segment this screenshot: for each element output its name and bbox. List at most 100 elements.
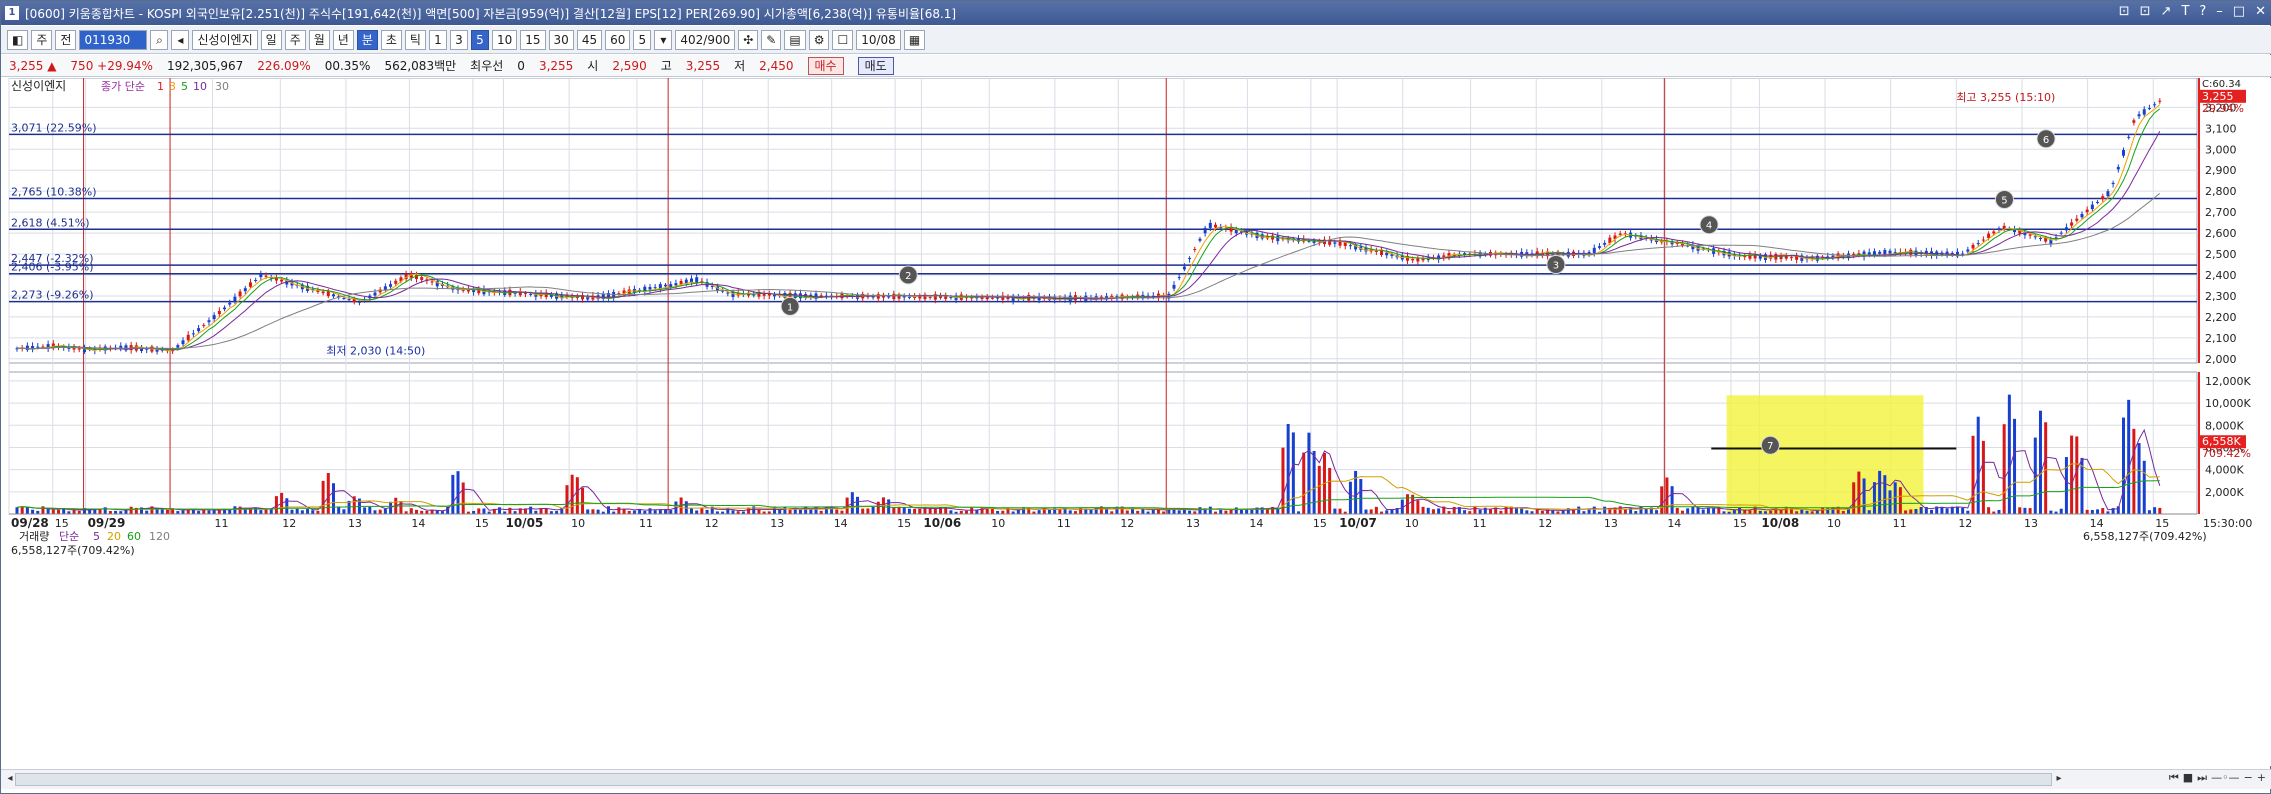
interval-60[interactable]: 60 (605, 29, 631, 50)
interval-1[interactable]: 1 (428, 29, 447, 50)
price-pane-title[interactable]: 신성이엔지 (11, 79, 66, 93)
chart-scrollbar[interactable]: ◂ ▸ ⏮ ■ ⏭ —◦— − + (1, 769, 2271, 789)
stop-icon[interactable]: ■ (2183, 771, 2193, 785)
volume-ma-legend-type[interactable]: 단순 (59, 530, 79, 543)
maximize-button[interactable]: □ (2233, 4, 2245, 19)
volume-bar (1893, 482, 1897, 514)
x-tick-label: 10 (1827, 517, 1841, 530)
minimize-button[interactable]: – (2216, 4, 2223, 19)
candle-body (181, 340, 185, 345)
period-second[interactable]: 초 (380, 29, 402, 50)
low-annotation: 최저 2,030 (14:50) (326, 345, 425, 358)
price-ma-legend-5[interactable]: 5 (181, 80, 188, 93)
crosshair-icon[interactable]: ✣ (738, 29, 759, 50)
candle-body (1971, 244, 1975, 249)
period-tick[interactable]: 틱 (404, 29, 426, 50)
price-ma-legend-30[interactable]: 30 (215, 80, 229, 93)
close-button[interactable]: ✕ (2255, 4, 2266, 19)
volume-bar (409, 508, 413, 514)
period-day[interactable]: 일 (260, 29, 282, 50)
volume-bar (1732, 510, 1736, 514)
scroll-thumb[interactable] (15, 773, 2052, 786)
volume-bar (804, 506, 808, 514)
volume-ma-legend-5[interactable]: 5 (93, 530, 100, 543)
interval-select[interactable]: 5 (633, 29, 652, 50)
interval-30[interactable]: 30 (548, 29, 574, 50)
stock-name-field[interactable]: 신성이엔지 (192, 29, 258, 50)
zoom-out-icon[interactable]: − (2244, 771, 2253, 785)
volume-bar (2059, 508, 2063, 514)
price-ma-legend-3[interactable]: 3 (169, 80, 176, 93)
x-tick-label: 15 (1733, 517, 1747, 530)
period-minute[interactable]: 분 (356, 29, 378, 50)
price-ma-legend-type[interactable]: 종가 단순 (101, 80, 145, 93)
volume-bar (586, 509, 590, 514)
date-field[interactable]: 10/08 (856, 29, 901, 50)
draw-tool-icon[interactable]: ✎ (761, 29, 782, 50)
sell-button[interactable]: 매도 (857, 56, 894, 75)
interval-15[interactable]: 15 (520, 29, 546, 50)
prev-stock-icon[interactable]: ◂ (171, 29, 190, 50)
price-ma-legend-10[interactable]: 10 (193, 80, 207, 93)
price-ma-legend-1[interactable]: 1 (157, 80, 164, 93)
interval-5[interactable]: 5 (470, 29, 489, 50)
scope-select[interactable]: 전 (55, 29, 77, 50)
volume-bar (243, 508, 247, 514)
interval-10[interactable]: 10 (491, 29, 518, 50)
interval-3[interactable]: 3 (449, 29, 468, 50)
calendar-icon[interactable]: ▦ (903, 29, 926, 50)
volume-bar (2137, 443, 2141, 514)
zoom-slider[interactable]: —◦— (2211, 771, 2240, 785)
zoom-in-icon[interactable]: + (2257, 771, 2266, 785)
link-icon[interactable]: ⊡ (2140, 4, 2151, 19)
volume-bar (435, 510, 439, 514)
period-month[interactable]: 월 (308, 29, 330, 50)
help-icon[interactable]: ? (2199, 4, 2206, 19)
save-icon[interactable]: ▤ (784, 29, 806, 50)
gear-icon[interactable]: ⚙ (808, 29, 830, 50)
market-select[interactable]: 주 (31, 29, 53, 50)
volume-bar (1883, 475, 1887, 514)
scroll-right-icon[interactable]: ▸ (2052, 772, 2066, 786)
candle-body (1961, 253, 1965, 255)
volume-bar (1997, 509, 2001, 514)
volume-ma-legend-120[interactable]: 120 (149, 530, 170, 543)
candle-body (695, 277, 699, 283)
chevron-down-icon[interactable]: ▾ (654, 29, 673, 50)
stock-code-input[interactable]: 011930 (79, 29, 148, 50)
volume-bar (1276, 509, 1280, 514)
volume-y-tick: 2,000K (2205, 486, 2244, 499)
interval-45[interactable]: 45 (576, 29, 603, 50)
price-change: 750 +29.94% (70, 58, 153, 73)
volume-bar (1431, 509, 1435, 514)
volume-ma-legend-60[interactable]: 60 (127, 530, 141, 543)
volume-bar (933, 508, 937, 514)
chart-canvas[interactable]: 09/28 15 09/29 11 12 13 14 15 10/05 10 11 12 13 14 15 1… (1, 77, 2271, 766)
volume-bar (1847, 509, 1851, 514)
volume-bar (1437, 508, 1441, 514)
volume-bar (1489, 509, 1493, 514)
x-tick-label: 10 (991, 517, 1005, 530)
volume-bar (876, 501, 880, 514)
candle-body (1592, 247, 1596, 253)
search-icon[interactable]: ⌕ (150, 29, 169, 50)
x-tick-label: 14 (834, 517, 848, 530)
restore-layout-icon[interactable]: ⊡ (2119, 4, 2130, 19)
volume-bar (1281, 447, 1285, 514)
pin-icon[interactable]: ↗ (2161, 4, 2172, 19)
volume-ma-legend-20[interactable]: 20 (107, 530, 121, 543)
layout-icon[interactable]: ◧ (7, 29, 29, 50)
chart-area[interactable]: 09/28 15 09/29 11 12 13 14 15 10/05 10 11 12 13 14 15 1… (1, 77, 2271, 766)
volume-bar (1623, 508, 1627, 514)
period-year[interactable]: 년 (332, 29, 354, 50)
bar-count-field[interactable]: 402/900 (675, 29, 736, 50)
text-size-icon[interactable]: T (2181, 4, 2189, 19)
volume-pane-title[interactable]: 거래량 (19, 530, 49, 543)
rewind-icon[interactable]: ⏮ (2169, 771, 2179, 785)
date-checkbox[interactable]: ☐ (832, 29, 854, 50)
buy-button[interactable]: 매수 (807, 56, 844, 75)
volume-bar (1857, 471, 1861, 514)
period-week[interactable]: 주 (284, 29, 306, 50)
forward-icon[interactable]: ⏭ (2197, 771, 2207, 785)
volume-bar (1888, 490, 1892, 514)
